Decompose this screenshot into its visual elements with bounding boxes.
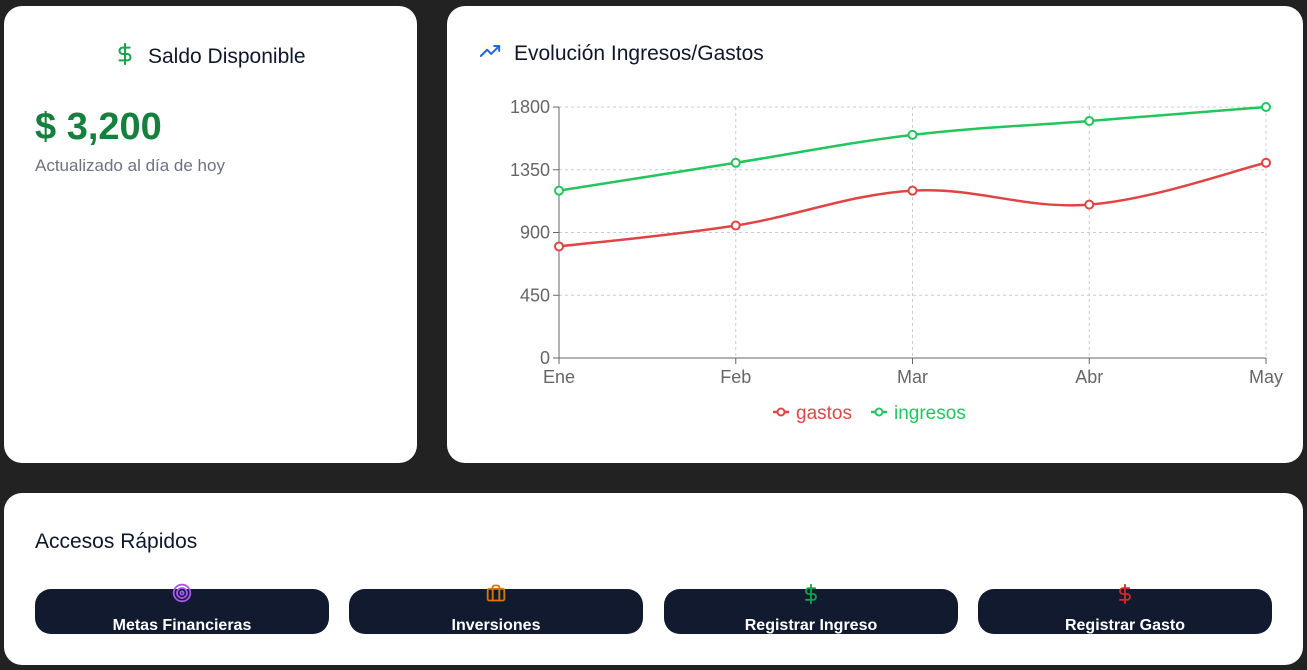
data-point-gastos: [1084, 199, 1095, 210]
data-point-ingresos: [730, 157, 741, 168]
chart-card: Evolución Ingresos/Gastos 0 450 900 1350 180…: [447, 6, 1303, 463]
balance-header: Saldo Disponible: [114, 41, 306, 72]
quick-access-card: Accesos Rápidos Metas Financieras Invers…: [4, 493, 1303, 665]
investments-button-label: Inversiones: [451, 617, 541, 634]
legend-marker-ingresos: [874, 407, 884, 417]
x-tick-label: Feb: [720, 367, 751, 387]
register-income-button-label: Registrar Ingreso: [744, 617, 878, 634]
line-chart: 0 450 900 1350 1800 Ene Feb Mar Abr May gastos ingr…: [510, 97, 1283, 424]
quick-access-title: Accesos Rápidos: [35, 530, 198, 553]
legend-marker-gastos: [776, 407, 786, 417]
data-point-gastos: [730, 220, 741, 231]
y-tick-label: 450: [520, 285, 550, 305]
y-tick-label: 1800: [510, 97, 550, 117]
register-expense-button[interactable]: Registrar Gasto: [978, 583, 1272, 634]
balance-updated-text: Actualizado al día de hoy: [35, 156, 225, 175]
dollar-icon: [114, 41, 136, 72]
register-income-button[interactable]: Registrar Ingreso: [664, 583, 958, 634]
data-point-gastos: [1261, 157, 1271, 168]
data-point-ingresos: [554, 185, 564, 196]
x-tick-label: May: [1249, 367, 1283, 387]
y-tick-label: 900: [520, 223, 550, 243]
briefcase-icon: [486, 583, 506, 608]
register-expense-button-label: Registrar Gasto: [1064, 617, 1186, 634]
dollar-icon: [801, 583, 821, 610]
data-point-ingresos: [1261, 102, 1271, 112]
goals-button[interactable]: Metas Financieras: [35, 583, 329, 634]
data-point-ingresos: [907, 129, 918, 140]
y-tick-label: 0: [540, 348, 550, 368]
balance-title: Saldo Disponible: [148, 44, 306, 68]
investments-button[interactable]: Inversiones: [349, 584, 643, 634]
data-point-gastos: [554, 241, 564, 252]
x-tick-label: Mar: [897, 367, 928, 387]
data-point-gastos: [907, 185, 918, 196]
balance-amount: $ 3,200: [35, 106, 162, 148]
y-tick-label: 1350: [510, 160, 550, 180]
goals-button-label: Metas Financieras: [112, 617, 252, 634]
x-tick-label: Ene: [543, 367, 575, 387]
legend-label-ingresos: ingresos: [894, 403, 966, 424]
x-tick-label: Abr: [1075, 367, 1103, 387]
balance-card: Saldo Disponible $ 3,200 Actualizado al …: [4, 6, 417, 463]
target-icon: [172, 583, 192, 608]
dollar-icon: [1115, 583, 1135, 610]
legend-label-gastos: gastos: [796, 403, 852, 424]
data-point-ingresos: [1084, 115, 1095, 126]
